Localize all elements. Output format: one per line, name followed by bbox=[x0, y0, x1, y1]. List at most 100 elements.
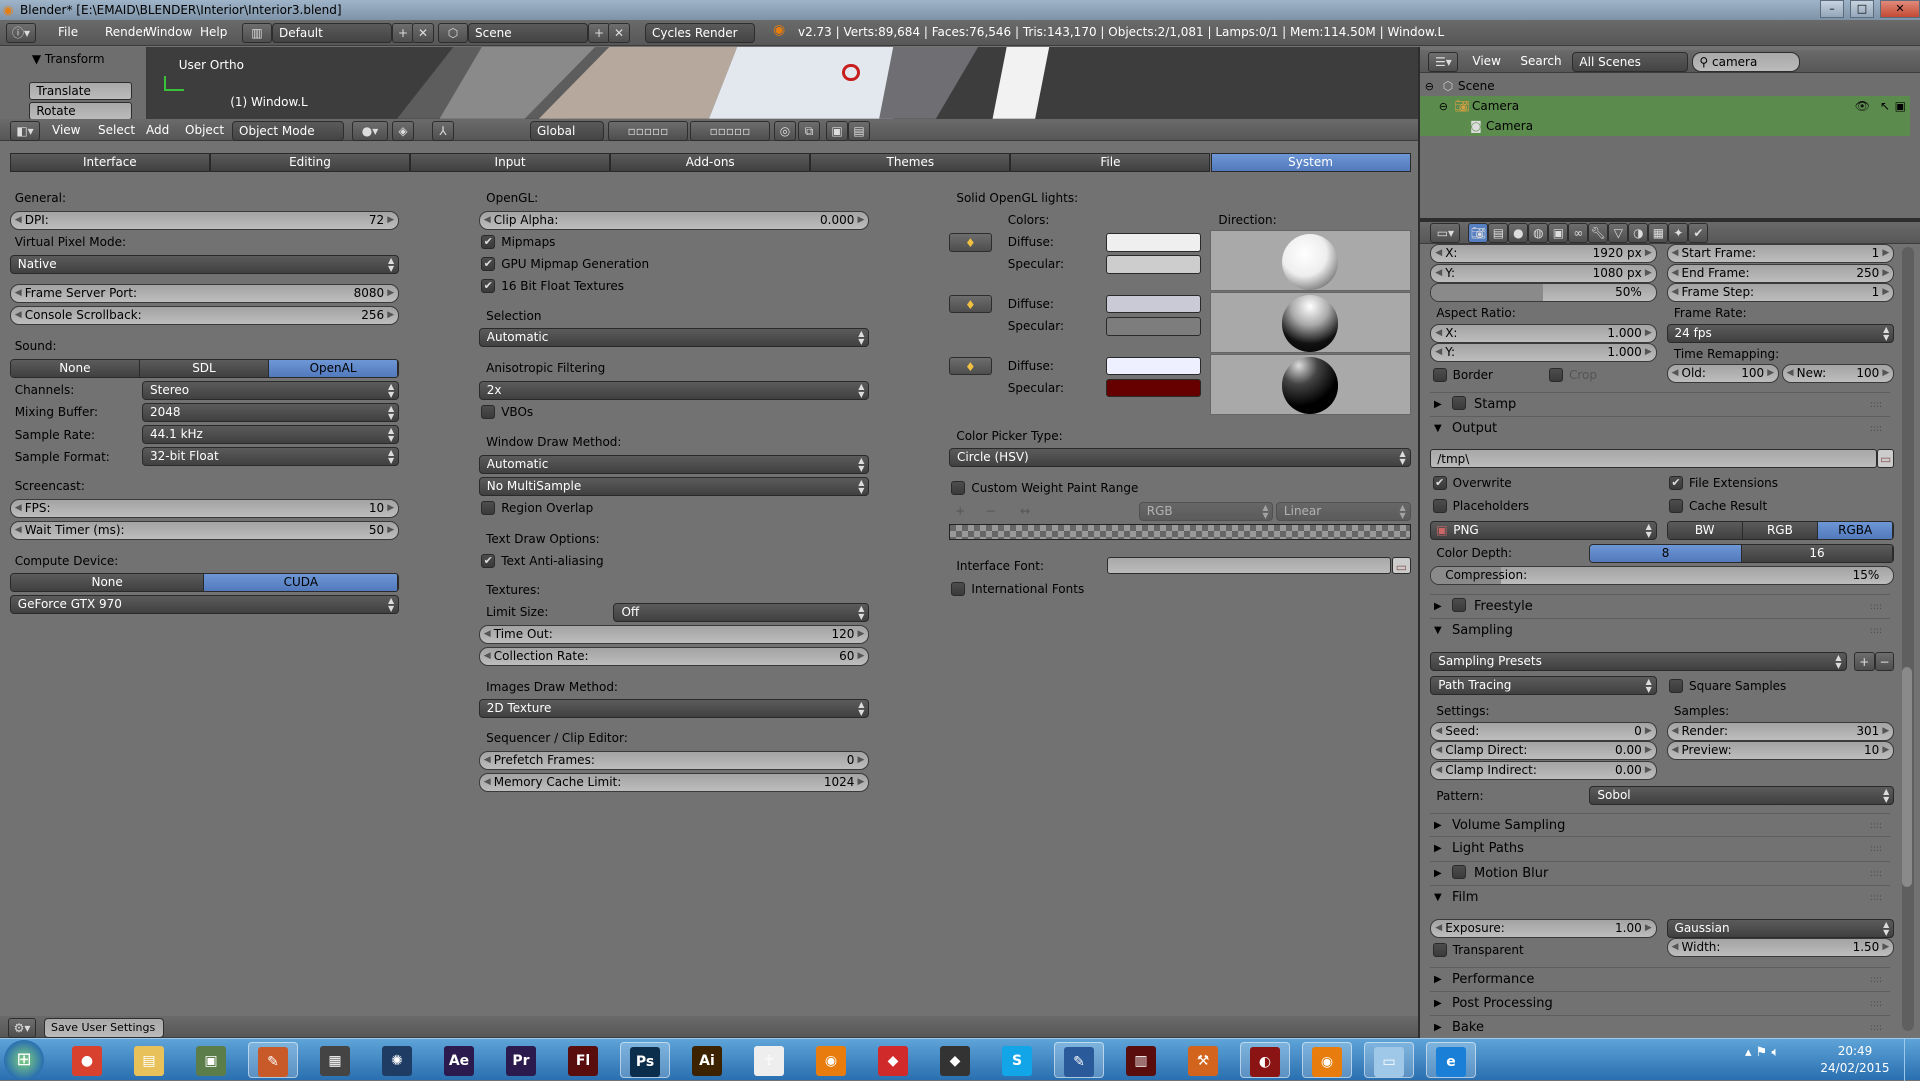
add-scene-button[interactable]: + bbox=[588, 23, 610, 43]
clamp-indirect-field[interactable]: ◀ ▶ Clamp Indirect: 0.00 bbox=[1430, 760, 1657, 780]
sound-backend-selector-option[interactable]: SDL bbox=[139, 360, 270, 378]
color-mode-selector-option[interactable]: RGBA bbox=[1818, 521, 1894, 539]
taskbar-chrome[interactable]: ● bbox=[62, 1042, 112, 1078]
proportional-edit-icon[interactable]: ◎ bbox=[774, 120, 796, 141]
outliner-row[interactable]: ◙ Camera bbox=[1420, 116, 1910, 137]
output-panel[interactable]: ▼ Output:::: bbox=[1430, 416, 1890, 440]
virtual-pixel-mode-menu[interactable]: Native ▲ ▼ bbox=[9, 255, 400, 274]
taskbar-photoshop[interactable]: Ps bbox=[620, 1042, 670, 1078]
world-tab-icon[interactable]: ◍ bbox=[1528, 222, 1549, 243]
fps-field[interactable]: ◀ ▶ FPS: 10 bbox=[9, 498, 400, 518]
save-user-settings-button[interactable]: Save User Settings bbox=[44, 1018, 164, 1039]
mode-menu[interactable]: Object Mode bbox=[232, 120, 344, 141]
file-extensions-checkbox[interactable]: ✔ File Extensions bbox=[1668, 474, 1778, 492]
taskbar-editor-app[interactable]: ✎ bbox=[1054, 1042, 1104, 1078]
tab-file[interactable]: File bbox=[1010, 153, 1211, 173]
color-ramp[interactable] bbox=[948, 524, 1411, 540]
clamp-direct-field[interactable]: ◀ ▶ Clamp Direct: 0.00 bbox=[1430, 741, 1657, 761]
light-direction-widget[interactable] bbox=[1209, 353, 1411, 416]
render-samples-field[interactable]: ◀ ▶ Render: 301 bbox=[1666, 721, 1895, 741]
taskbar-blender[interactable]: ◉ bbox=[1302, 1042, 1352, 1078]
images-draw-menu[interactable]: 2D Texture ▲ ▼ bbox=[478, 699, 870, 719]
wait-timer-field[interactable]: ◀ ▶ Wait Timer (ms): 50 bbox=[9, 520, 400, 540]
particles-tab-icon[interactable]: ✦ bbox=[1668, 222, 1689, 243]
remove-preset-button[interactable]: − bbox=[1874, 652, 1895, 671]
filter-width-field[interactable]: ◀ ▶ Width: 1.50 bbox=[1666, 938, 1895, 958]
stamp-panel[interactable]: ▶ Stamp:::: bbox=[1430, 391, 1890, 416]
close-button[interactable]: ✕ bbox=[1880, 0, 1920, 18]
resolution-percentage-slider[interactable]: 50% bbox=[1430, 283, 1657, 303]
menu-view[interactable]: View bbox=[52, 119, 80, 141]
menu-render[interactable]: Render bbox=[105, 21, 148, 43]
properties-scrollbar[interactable] bbox=[1901, 247, 1914, 1032]
layers-grid-icon[interactable]: ▫▫▫▫▫ bbox=[608, 120, 688, 141]
channels-menu[interactable]: Stereo ▲ ▼ bbox=[142, 381, 400, 401]
outliner-row[interactable]: ⊖ 📷︎ Camera 👁︎ ↖ ▣ bbox=[1420, 96, 1910, 117]
taskbar-cinema4d[interactable]: ✺ bbox=[372, 1042, 422, 1078]
post-processing-panel[interactable]: ▶ Post Processing:::: bbox=[1430, 990, 1890, 1015]
add-layout-button[interactable]: + bbox=[392, 23, 414, 43]
remove-stop-button[interactable]: − bbox=[986, 502, 996, 520]
taskbar-after-effects[interactable]: Ae bbox=[434, 1042, 484, 1078]
render-engine-menu[interactable]: Cycles Render bbox=[645, 23, 755, 43]
selection-menu[interactable]: Automatic ▲ ▼ bbox=[478, 328, 870, 348]
light-paths-panel[interactable]: ▶ Light Paths:::: bbox=[1430, 836, 1890, 860]
exposure-field[interactable]: ◀ ▶ Exposure: 1.00 bbox=[1430, 918, 1657, 938]
scene-icon[interactable]: ⬡ bbox=[438, 23, 468, 43]
clock[interactable]: 20:49 24/02/2015 bbox=[1810, 1043, 1900, 1077]
console-scrollback-field[interactable]: ◀ ▶ Console Scrollback: 256 bbox=[9, 306, 400, 326]
folder-icon[interactable]: ▭ bbox=[1392, 557, 1411, 575]
resolution-x-field[interactable]: ◀ ▶ X: 1920 px bbox=[1430, 243, 1657, 263]
constraints-tab-icon[interactable]: ∞ bbox=[1568, 222, 1589, 243]
square-samples-checkbox[interactable]: Square Samples bbox=[1668, 677, 1786, 695]
toolshelf-button-rotate[interactable]: Rotate bbox=[29, 101, 133, 119]
editor-type-button[interactable]: ⚙▾ bbox=[8, 1018, 36, 1039]
delete-layout-button[interactable]: ✕ bbox=[412, 23, 434, 43]
render-opengl-icon[interactable]: ▣ bbox=[826, 120, 848, 141]
window-draw-menu[interactable]: Automatic ▲ ▼ bbox=[478, 454, 870, 474]
taskbar-paint-app[interactable]: ✎ bbox=[248, 1042, 298, 1078]
overwrite-checkbox[interactable]: ✔ Overwrite bbox=[1432, 474, 1512, 492]
interface-font-field[interactable] bbox=[1106, 557, 1392, 575]
sound-backend-selector-option[interactable]: None bbox=[10, 360, 140, 378]
weight-paint-range-checkbox[interactable]: Custom Weight Paint Range bbox=[951, 479, 1138, 497]
menu-add[interactable]: Add bbox=[146, 119, 169, 141]
start-frame-field[interactable]: ◀ ▶ Start Frame: 1 bbox=[1666, 243, 1895, 263]
screen-layout-icon[interactable]: ▥ bbox=[242, 23, 272, 43]
editor-type-button[interactable]: ⓘ▾ bbox=[6, 23, 36, 43]
taskbar-display-app[interactable]: ▦ bbox=[310, 1042, 360, 1078]
limit-size-menu[interactable]: Off ▲ ▼ bbox=[613, 602, 870, 622]
tab-interface[interactable]: Interface bbox=[9, 153, 210, 173]
motion-blur-panel[interactable]: ▶ Motion Blur:::: bbox=[1430, 860, 1890, 885]
taskbar-tablet-app[interactable]: ◆ bbox=[930, 1042, 980, 1078]
volume-sampling-panel[interactable]: ▶ Volume Sampling:::: bbox=[1430, 813, 1890, 837]
3d-viewport[interactable]: ▼ Transform Translate Rotate User Ortho (1) … bbox=[0, 46, 1418, 119]
border-checkbox[interactable]: Border bbox=[1432, 366, 1493, 384]
add-stop-button[interactable]: + bbox=[955, 502, 965, 520]
taskbar-video-app[interactable]: ▥ bbox=[1116, 1042, 1166, 1078]
render-layers-tab-icon[interactable]: ▤ bbox=[1488, 222, 1509, 243]
physics-tab-icon[interactable]: ✔ bbox=[1688, 222, 1709, 243]
scene-field[interactable]: Scene bbox=[468, 23, 588, 43]
shading-menu-icon[interactable]: ●▾ bbox=[352, 120, 388, 141]
render-tab-icon[interactable]: 📷︎ bbox=[1468, 222, 1489, 243]
sampling-panel[interactable]: ▼ Sampling:::: bbox=[1430, 618, 1890, 642]
folder-icon[interactable]: ▭ bbox=[1877, 449, 1895, 469]
taskbar-premiere[interactable]: Pr bbox=[496, 1042, 546, 1078]
light-bulb-icon[interactable]: ♦ bbox=[948, 295, 992, 314]
render-animation-icon[interactable]: ▤ bbox=[848, 120, 870, 141]
anisotropic-menu[interactable]: 2x ▲ ▼ bbox=[478, 381, 870, 401]
international-fonts-checkbox[interactable]: International Fonts bbox=[951, 580, 1084, 598]
maximize-button[interactable]: □ bbox=[1850, 0, 1874, 18]
compute-device-selector-option[interactable]: None bbox=[10, 574, 205, 592]
light-bulb-icon[interactable]: ♦ bbox=[948, 356, 992, 376]
screen-layout-field[interactable]: Default bbox=[272, 23, 392, 43]
aspect-x-field[interactable]: ◀ ▶ X: 1.000 bbox=[1430, 323, 1657, 343]
taskbar-zbrush[interactable]: ☥ bbox=[744, 1042, 794, 1078]
color-depth-selector-option[interactable]: 8 bbox=[1590, 544, 1742, 562]
menu-window[interactable]: Window bbox=[145, 21, 192, 43]
taskbar-internet-explorer[interactable]: e bbox=[1426, 1042, 1476, 1078]
light-direction-widget[interactable] bbox=[1209, 292, 1411, 354]
editor-type-button[interactable]: ☰▾ bbox=[1428, 52, 1459, 73]
pivot-icon[interactable]: ◈ bbox=[392, 120, 414, 141]
